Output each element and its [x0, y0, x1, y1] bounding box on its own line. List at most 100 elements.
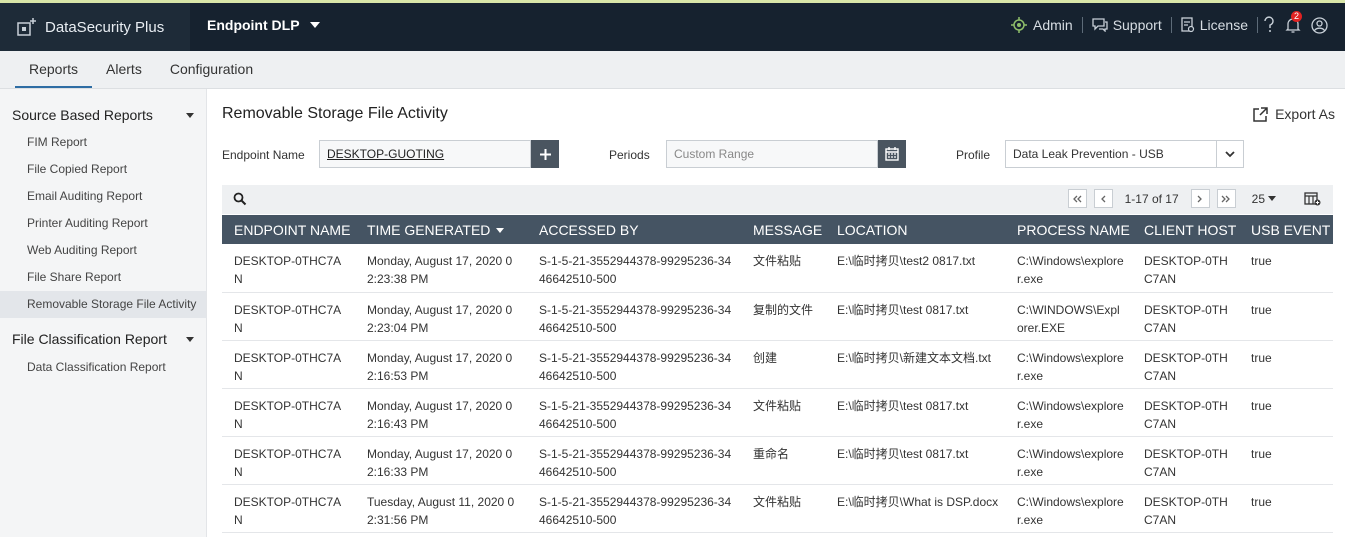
- cell-time-generated: Monday, August 17, 2020 02:16:43 PM: [355, 388, 527, 437]
- help-button[interactable]: [1258, 16, 1280, 34]
- sidebar-group-title: File Classification Report: [12, 331, 167, 347]
- datasecurity-logo-icon: [17, 18, 36, 36]
- sidebar-item-web-auditing-report[interactable]: Web Auditing Report: [0, 237, 206, 264]
- cell-endpoint-name: DESKTOP-0THC7AN: [222, 244, 355, 293]
- filter-bar: Endpoint Name DESKTOP-GUOTING Periods Cu…: [222, 140, 1335, 168]
- table-row[interactable]: DESKTOP-0THC7AN Monday, August 17, 2020 …: [222, 388, 1333, 437]
- double-chevron-right-icon: [1221, 195, 1231, 202]
- cell-message: 复制的文件: [741, 292, 825, 341]
- add-endpoint-button[interactable]: [531, 140, 559, 168]
- column-header-client-host[interactable]: CLIENT HOST: [1132, 215, 1239, 244]
- last-page-button[interactable]: [1216, 189, 1236, 208]
- module-selector[interactable]: Endpoint DLP: [207, 17, 320, 33]
- profile-dropdown-button[interactable]: [1216, 140, 1244, 168]
- table-row[interactable]: DESKTOP-0THC7AN Monday, August 17, 2020 …: [222, 436, 1333, 485]
- cell-location: E:\临时拷贝\新建文本文档.txt: [825, 340, 1005, 389]
- chevron-left-icon: [1101, 195, 1106, 202]
- column-header-time-generated[interactable]: TIME GENERATED: [355, 215, 527, 244]
- cell-endpoint-name: DESKTOP-0THC7AN: [222, 484, 355, 533]
- column-header-usb-event[interactable]: USB EVENT: [1239, 215, 1333, 244]
- endpoint-name-value[interactable]: DESKTOP-GUOTING: [327, 147, 444, 161]
- cell-process-name: C:\Windows\explorer.exe: [1005, 340, 1132, 389]
- tab-alerts[interactable]: Alerts: [92, 51, 156, 88]
- sidebar-group-source-based-reports[interactable]: Source Based Reports: [0, 102, 206, 128]
- page-info: 1-17 of 17: [1124, 191, 1179, 206]
- support-label: Support: [1112, 17, 1162, 33]
- periods-field[interactable]: Custom Range: [666, 140, 878, 168]
- brand[interactable]: DataSecurity Plus: [0, 3, 190, 51]
- module-name: Endpoint DLP: [207, 17, 300, 33]
- sidebar-item-email-auditing-report[interactable]: Email Auditing Report: [0, 183, 206, 210]
- user-profile-button[interactable]: [1306, 16, 1333, 34]
- notifications-button[interactable]: 2: [1280, 11, 1306, 34]
- license-icon: [1181, 17, 1194, 33]
- cell-client-host: DESKTOP-0THC7AN: [1132, 292, 1239, 341]
- cell-location: E:\临时拷贝\test 0817.txt: [825, 292, 1005, 341]
- cell-location: E:\临时拷贝\test2 0817.txt: [825, 244, 1005, 293]
- report-table: ENDPOINT NAME TIME GENERATED ACCESSED BY…: [222, 215, 1333, 533]
- cell-time-generated: Tuesday, August 11, 2020 02:31:56 PM: [355, 484, 527, 533]
- table-row[interactable]: DESKTOP-0THC7AN Monday, August 17, 2020 …: [222, 340, 1333, 389]
- chevron-right-icon: [1197, 195, 1203, 202]
- chevron-down-icon: [186, 112, 194, 118]
- column-header-message[interactable]: MESSAGE: [741, 215, 825, 244]
- cell-client-host: DESKTOP-0THC7AN: [1132, 388, 1239, 437]
- sidebar-item-removable-storage-file-activity[interactable]: Removable Storage File Activity: [0, 291, 206, 318]
- chevron-down-icon: [1268, 196, 1276, 201]
- plus-icon: [539, 148, 551, 160]
- column-header-endpoint-name[interactable]: ENDPOINT NAME: [222, 215, 355, 244]
- cell-client-host: DESKTOP-0THC7AN: [1132, 244, 1239, 293]
- first-page-button[interactable]: [1067, 189, 1087, 208]
- cell-process-name: C:\Windows\explorer.exe: [1005, 484, 1132, 533]
- cell-process-name: C:\Windows\explorer.exe: [1005, 388, 1132, 437]
- prev-page-button[interactable]: [1093, 189, 1113, 208]
- cell-endpoint-name: DESKTOP-0THC7AN: [222, 388, 355, 437]
- table-row[interactable]: DESKTOP-0THC7AN Monday, August 17, 2020 …: [222, 244, 1333, 293]
- cell-client-host: DESKTOP-0THC7AN: [1132, 436, 1239, 485]
- admin-link[interactable]: Admin: [1001, 16, 1082, 34]
- cell-usb-event: true: [1239, 436, 1333, 485]
- table-header-row: ENDPOINT NAME TIME GENERATED ACCESSED BY…: [222, 215, 1333, 244]
- column-chooser-icon[interactable]: [1304, 191, 1321, 206]
- cell-accessed-by: S-1-5-21-3552944378-99295236-3446642510-…: [527, 340, 741, 389]
- tab-configuration[interactable]: Configuration: [156, 51, 267, 88]
- profile-select[interactable]: Data Leak Prevention - USB: [1005, 140, 1217, 168]
- cell-accessed-by: S-1-5-21-3552944378-99295236-3446642510-…: [527, 388, 741, 437]
- column-header-process-name[interactable]: PROCESS NAME: [1005, 215, 1132, 244]
- sidebar-item-file-copied-report[interactable]: File Copied Report: [0, 156, 206, 183]
- sidebar-item-printer-auditing-report[interactable]: Printer Auditing Report: [0, 210, 206, 237]
- tab-reports[interactable]: Reports: [15, 51, 93, 88]
- column-header-accessed-by[interactable]: ACCESSED BY: [527, 215, 741, 244]
- export-icon: [1253, 106, 1268, 122]
- sidebar-item-data-classification-report[interactable]: Data Classification Report: [0, 354, 206, 381]
- cell-time-generated: Monday, August 17, 2020 02:23:38 PM: [355, 244, 527, 293]
- cell-usb-event: true: [1239, 340, 1333, 389]
- endpoint-name-field[interactable]: DESKTOP-GUOTING: [319, 140, 531, 168]
- license-link[interactable]: License: [1172, 17, 1257, 33]
- sidebar-group-file-classification-report[interactable]: File Classification Report: [0, 326, 206, 352]
- brand-name: DataSecurity Plus: [45, 18, 165, 36]
- endpoint-name-label: Endpoint Name: [222, 148, 305, 162]
- license-label: License: [1199, 17, 1248, 33]
- column-header-location[interactable]: LOCATION: [825, 215, 1005, 244]
- export-button[interactable]: Export As: [1253, 106, 1335, 122]
- periods-placeholder: Custom Range: [674, 147, 755, 161]
- cell-message: 文件粘贴: [741, 388, 825, 437]
- cell-time-generated: Monday, August 17, 2020 02:16:53 PM: [355, 340, 527, 389]
- cell-accessed-by: S-1-5-21-3552944378-99295236-3446642510-…: [527, 292, 741, 341]
- cell-process-name: C:\Windows\explorer.exe: [1005, 244, 1132, 293]
- notification-badge: 2: [1291, 11, 1303, 22]
- table-row[interactable]: DESKTOP-0THC7AN Tuesday, August 11, 2020…: [222, 484, 1333, 533]
- table-row[interactable]: DESKTOP-0THC7AN Monday, August 17, 2020 …: [222, 292, 1333, 341]
- page-size-value: 25: [1251, 191, 1265, 206]
- next-page-button[interactable]: [1190, 189, 1210, 208]
- search-icon[interactable]: [233, 192, 247, 206]
- cell-endpoint-name: DESKTOP-0THC7AN: [222, 436, 355, 485]
- support-link[interactable]: Support: [1083, 17, 1171, 33]
- sidebar-item-file-share-report[interactable]: File Share Report: [0, 264, 206, 291]
- page-size-select[interactable]: 25: [1252, 192, 1276, 206]
- cell-accessed-by: S-1-5-21-3552944378-99295236-3446642510-…: [527, 484, 741, 533]
- sidebar-item-fim-report[interactable]: FIM Report: [0, 129, 206, 156]
- calendar-button[interactable]: [878, 140, 906, 168]
- cell-usb-event: true: [1239, 244, 1333, 293]
